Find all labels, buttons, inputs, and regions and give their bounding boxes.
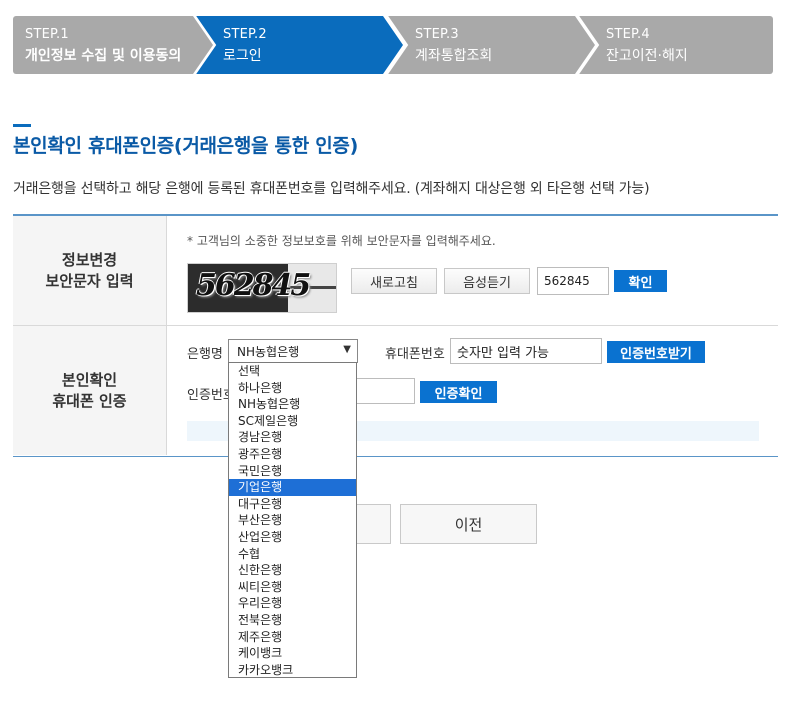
prev-button[interactable]: 이전: [400, 504, 537, 544]
captcha-text: 562845: [196, 268, 311, 303]
step-4-number: STEP.4: [606, 27, 650, 42]
bank-option[interactable]: 카카오뱅크: [229, 662, 356, 679]
bank-option[interactable]: 부산은행: [229, 512, 356, 529]
security-code-row: 정보변경 보안문자 입력 * 고객님의 소중한 정보보호를 위해 보안문자를 입…: [13, 216, 778, 326]
captcha-input[interactable]: 562845: [537, 267, 609, 295]
chevron-separator-icon: [578, 16, 600, 74]
security-code-header: 정보변경 보안문자 입력: [13, 216, 167, 325]
captcha-image: 562845: [187, 263, 337, 313]
bank-select[interactable]: NH농협은행 ▼: [228, 339, 358, 363]
bank-option[interactable]: 국민은행: [229, 463, 356, 480]
phone-input[interactable]: 숫자만 입력 가능: [450, 338, 602, 364]
phone-label: 휴대폰번호: [385, 347, 445, 362]
audio-captcha-button[interactable]: 음성듣기: [444, 268, 530, 294]
bank-option[interactable]: NH농협은행: [229, 396, 356, 413]
step-1-number: STEP.1: [25, 27, 69, 42]
bank-option[interactable]: 씨티은행: [229, 579, 356, 596]
auth-form-table: 정보변경 보안문자 입력 * 고객님의 소중한 정보보호를 위해 보안문자를 입…: [13, 214, 778, 457]
security-notice: * 고객님의 소중한 정보보호를 위해 보안문자를 입력해주세요.: [187, 234, 496, 248]
bank-option[interactable]: 기업은행: [229, 479, 356, 496]
phone-auth-row: 본인확인 휴대폰 인증 은행명 NH농협은행 ▼ 휴대폰번호 숫자만 입력 가능…: [13, 326, 778, 455]
refresh-captcha-button[interactable]: 새로고침: [351, 268, 437, 294]
step-2-name: 로그인: [223, 48, 262, 64]
bank-option[interactable]: 전북은행: [229, 612, 356, 629]
phone-auth-header: 본인확인 휴대폰 인증: [13, 326, 167, 455]
bank-option[interactable]: 경남은행: [229, 429, 356, 446]
request-code-button[interactable]: 인증번호받기: [607, 341, 705, 363]
bank-option[interactable]: 우리은행: [229, 595, 356, 612]
step-3-name: 계좌통합조회: [415, 48, 493, 64]
bank-option[interactable]: 대구은행: [229, 496, 356, 513]
bank-option[interactable]: 케이뱅크: [229, 645, 356, 662]
step-1-name: 개인정보 수집 및 이용동의: [25, 48, 182, 64]
bank-dropdown-list: 선택 하나은행 NH농협은행 SC제일은행 경남은행 광주은행 국민은행 기업은행 대구은행 부산…: [228, 362, 357, 678]
step-progress-bar: STEP.1 개인정보 수집 및 이용동의 STEP.2 로그인 STEP.3 …: [13, 16, 773, 74]
bank-option[interactable]: 광주은행: [229, 446, 356, 463]
step-4: STEP.4 잔고이전·해지: [578, 16, 773, 74]
chevron-separator-icon: [195, 16, 217, 74]
step-4-name: 잔고이전·해지: [606, 48, 688, 64]
bank-option[interactable]: 신한은행: [229, 562, 356, 579]
step-2-number: STEP.2: [223, 27, 267, 42]
bank-option[interactable]: 하나은행: [229, 380, 356, 397]
bank-select-value: NH농협은행: [237, 344, 300, 359]
bank-label: 은행명: [187, 347, 223, 362]
phone-auth-header-label: 본인확인 휴대폰 인증: [52, 370, 127, 410]
step-2: STEP.2 로그인: [195, 16, 403, 74]
page-description: 거래은행을 선택하고 해당 은행에 등록된 휴대폰번호를 입력해주세요. (계좌…: [13, 181, 650, 197]
title-accent-bar: [13, 124, 31, 127]
bank-option[interactable]: 산업은행: [229, 529, 356, 546]
bank-option[interactable]: 수협: [229, 546, 356, 563]
step-1: STEP.1 개인정보 수집 및 이용동의: [13, 16, 213, 74]
page-title: 본인확인 휴대폰인증(거래은행을 통한 인증): [13, 135, 358, 157]
step-3: STEP.3 계좌통합조회: [387, 16, 595, 74]
dropdown-arrow-icon: ▼: [343, 344, 351, 355]
security-code-header-label: 정보변경 보안문자 입력: [45, 250, 134, 290]
chevron-separator-icon: [387, 16, 409, 74]
step-3-number: STEP.3: [415, 27, 459, 42]
bank-option[interactable]: 선택: [229, 363, 356, 380]
verify-code-button[interactable]: 인증확인: [420, 381, 497, 403]
bank-option[interactable]: 제주은행: [229, 629, 356, 646]
captcha-confirm-button[interactable]: 확인: [614, 270, 667, 292]
bank-option[interactable]: SC제일은행: [229, 413, 356, 430]
